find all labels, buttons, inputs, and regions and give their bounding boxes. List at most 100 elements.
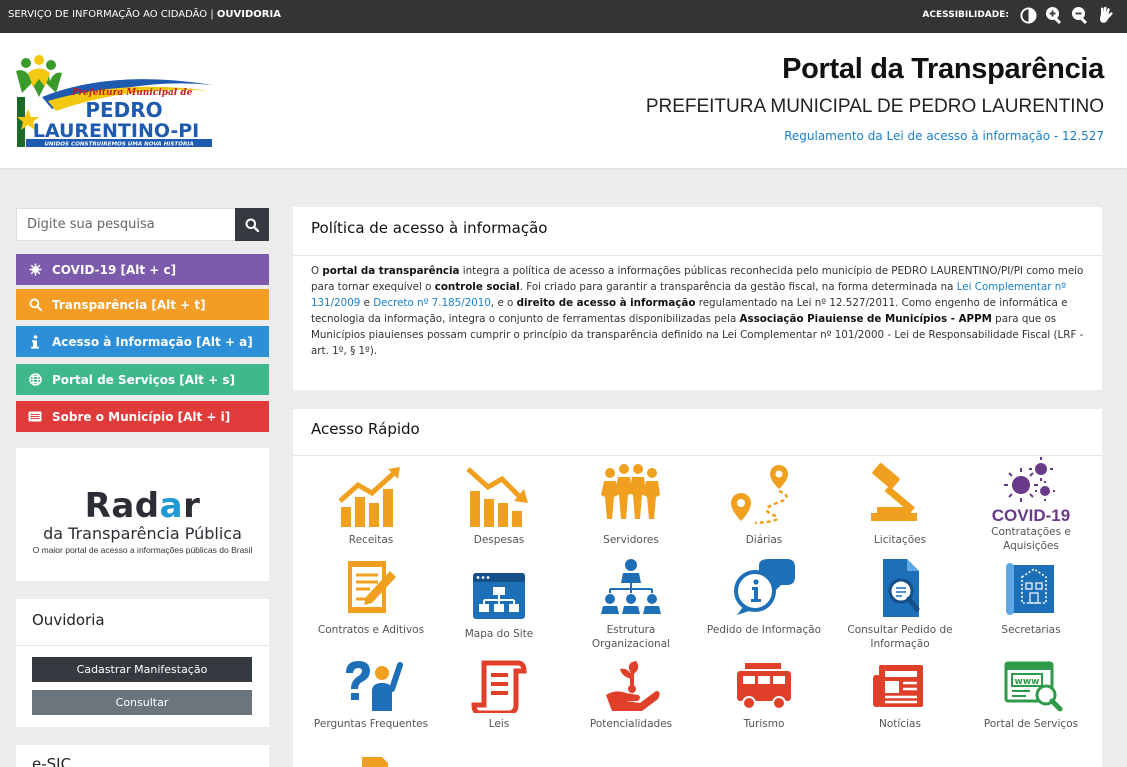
globe-icon	[27, 373, 43, 386]
portal-subtitle: PREFEITURA MUNICIPAL DE PEDRO LAURENTINO	[645, 96, 1104, 117]
tile-label: Consultar Pedido de Informação	[847, 624, 953, 650]
tile-consultar-pedido[interactable]: Consultar Pedido de Informação	[835, 557, 965, 657]
tile-receitas[interactable]: Receitas	[306, 463, 436, 563]
radar-title: Radar	[84, 486, 201, 526]
search-button[interactable]	[235, 208, 269, 241]
tile-despesas[interactable]: Despesas	[434, 463, 564, 563]
menu-sobre-label: Sobre o Município [Alt + i]	[52, 409, 231, 424]
tile-label: Mapa do Site	[464, 628, 534, 640]
zoom-in-icon[interactable]	[1045, 6, 1063, 24]
info-icon	[27, 334, 43, 349]
menu-transparencia-label: Transparência [Alt + t]	[52, 297, 206, 312]
logo-line1: Prefeitura Municipal de	[71, 88, 193, 98]
tile-leis[interactable]: Leis	[434, 659, 564, 759]
revenue-chart-icon	[338, 467, 400, 527]
menu-portal-servicos[interactable]: Portal de Serviços [Alt + s]	[16, 364, 269, 395]
radar-subtitle: da Transparência Pública	[43, 524, 242, 543]
lai-regulation-link[interactable]: Regulamento da Lei de acesso à informaçã…	[784, 129, 1104, 143]
sic-label: SERVIÇO DE INFORMAÇÃO AO CIDADÃO |	[8, 9, 217, 20]
tile-perguntas-frequentes[interactable]: Perguntas Frequentes	[306, 659, 436, 759]
logo-line3: LAURENTINO-PI	[33, 120, 199, 142]
tile-label: Estrutura Organizacional	[591, 624, 671, 650]
search-input[interactable]	[16, 208, 235, 241]
tile-label: Servidores	[603, 534, 659, 546]
search-box	[16, 208, 269, 241]
tile-mapa-site[interactable]: Mapa do Site	[434, 569, 564, 669]
ouvidoria-title: Ouvidoria	[32, 611, 105, 629]
divider	[293, 255, 1102, 256]
sign-language-icon[interactable]	[1097, 6, 1115, 24]
expenses-chart-icon	[466, 467, 528, 527]
tile-turismo[interactable]: Turismo	[699, 659, 829, 759]
ouvidoria-label: OUVIDORIA	[216, 9, 281, 20]
search-icon	[27, 298, 43, 311]
scroll-icon	[471, 660, 527, 713]
tile-label: Turismo	[743, 718, 785, 730]
esic-title: e-SIC	[32, 755, 72, 767]
radar-tagline: O maior portal de acesso a informações p…	[32, 545, 253, 555]
esic-card: e-SIC	[16, 745, 269, 767]
politica-title: Política de acesso à informação	[311, 219, 548, 237]
radar-transparencia-banner[interactable]: Radar da Transparência Pública O maior p…	[16, 448, 269, 581]
tile-label: Contratações e Aquisições	[991, 526, 1071, 552]
menu-covid[interactable]: COVID-19 [Alt + c]	[16, 254, 269, 285]
contrast-icon[interactable]	[1019, 6, 1037, 24]
logo-line4: UNIDOS CONSTRUIREMOS UMA NOVA HISTÓRIA	[44, 141, 193, 148]
politica-panel: Política de acesso à informação O portal…	[293, 207, 1102, 390]
contract-pen-icon	[348, 561, 396, 613]
prefeitura-logo[interactable]: Prefeitura Municipal de PEDRO LAURENTINO…	[12, 49, 214, 149]
menu-acesso-label: Acesso à Informação [Alt + a]	[52, 334, 253, 349]
menu-acesso-informacao[interactable]: Acesso à Informação [Alt + a]	[16, 326, 269, 357]
info-bubble-icon	[734, 559, 795, 615]
accessibility-label: ACESSIBILIDADE:	[922, 10, 1009, 20]
consultar-button[interactable]: Consultar	[32, 690, 252, 715]
politica-text: O portal da transparência integra a polí…	[311, 265, 1084, 357]
tile-label: Licitações	[873, 534, 927, 546]
decreto-7185-link[interactable]: Decreto nº 7.185/2010	[373, 297, 491, 309]
tile-potencialidades[interactable]: Potencialidades	[566, 659, 696, 759]
menu-portal-label: Portal de Serviços [Alt + s]	[52, 372, 235, 387]
tile-label: Diárias	[745, 534, 783, 546]
document-icon	[362, 757, 388, 767]
org-chart-icon	[601, 559, 661, 614]
site-header: Prefeitura Municipal de PEDRO LAURENTINO…	[0, 33, 1127, 168]
tile-noticias[interactable]: Notícias	[835, 659, 965, 759]
tile-label: Pedido de Informação	[706, 624, 822, 636]
tile-servidores[interactable]: Servidores	[566, 463, 696, 563]
tile-licitacoes[interactable]: Licitações	[835, 463, 965, 563]
zoom-out-icon[interactable]	[1071, 6, 1089, 24]
menu-sobre-municipio[interactable]: Sobre o Município [Alt + i]	[16, 401, 269, 432]
tile-portal-servicos[interactable]: www Portal de Serviços	[966, 659, 1096, 759]
acesso-rapido-panel: Acesso Rápido Receitas Despesas Servidor…	[293, 409, 1102, 767]
menu-covid-label: COVID-19 [Alt + c]	[52, 262, 177, 277]
tile-label: Despesas	[473, 534, 525, 546]
portal-title: Portal da Transparência	[782, 53, 1104, 85]
building-plan-icon	[1006, 563, 1054, 615]
ouvidoria-card: Ouvidoria Cadastrar Manifestação Consult…	[16, 599, 269, 727]
tile-estrutura[interactable]: Estrutura Organizacional	[566, 557, 696, 657]
covid-19-icon: COVID-19	[992, 457, 1070, 525]
plant-hand-icon	[606, 661, 660, 711]
tile-secretarias[interactable]: Secretarias	[966, 557, 1096, 657]
bus-icon	[737, 663, 791, 710]
sitemap-icon	[473, 573, 525, 619]
tile-diarias[interactable]: Diárias	[699, 463, 829, 563]
divider	[16, 645, 269, 646]
tile-label: Receitas	[348, 534, 394, 546]
logo-line2: PEDRO	[85, 98, 162, 122]
document-search-icon	[883, 559, 920, 617]
search-icon	[245, 218, 259, 232]
question-person-icon	[346, 661, 403, 711]
tile-contratacoes-covid[interactable]: COVID-19 Contratações e Aquisições	[966, 455, 1096, 555]
top-bar: SERVIÇO DE INFORMAÇÃO AO CIDADÃO | OUVID…	[0, 0, 1127, 33]
tile-contratos[interactable]: Contratos e Aditivos	[306, 557, 436, 657]
cadastrar-manifestacao-button[interactable]: Cadastrar Manifestação	[32, 657, 252, 682]
tile-label: Potencialidades	[589, 718, 673, 730]
tile-partial[interactable]	[306, 753, 436, 767]
sic-ouvidoria-link[interactable]: SERVIÇO DE INFORMAÇÃO AO CIDADÃO | OUVID…	[8, 9, 281, 20]
newspaper-icon	[873, 665, 923, 707]
menu-transparencia[interactable]: Transparência [Alt + t]	[16, 289, 269, 320]
tile-label: Notícias	[879, 718, 921, 730]
tile-pedido-informacao[interactable]: Pedido de Informação	[699, 557, 829, 657]
gavel-icon	[871, 463, 917, 521]
